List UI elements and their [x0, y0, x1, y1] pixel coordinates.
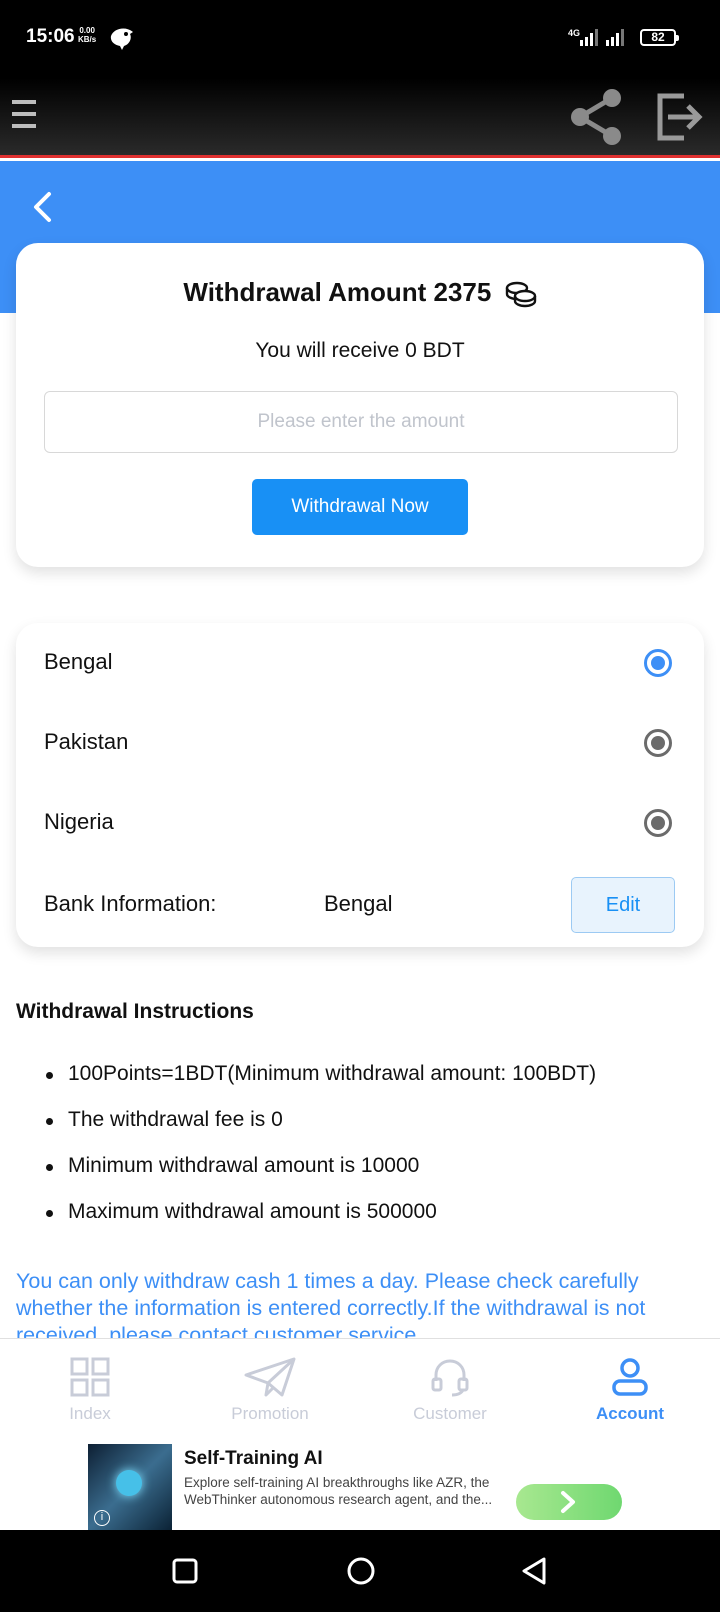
bank-option-label: Nigeria — [44, 809, 114, 834]
radio-unselected[interactable] — [644, 809, 672, 837]
status-time: 15:06 — [26, 26, 75, 47]
grid-icon — [70, 1357, 110, 1397]
nav-label: Index — [69, 1404, 111, 1423]
radio-selected[interactable] — [644, 649, 672, 677]
instructions-list: 100Points=1BDT(Minimum withdrawal amount… — [46, 1062, 706, 1246]
edit-bank-button[interactable]: Edit — [571, 877, 675, 933]
bank-select-card: Bengal Pakistan Nigeria Bank Information… — [16, 623, 704, 947]
bottom-navigation: Index Promotion Customer Account — [0, 1338, 720, 1444]
bank-info-value: Bengal — [324, 891, 393, 916]
headset-icon — [431, 1359, 469, 1397]
nav-account[interactable]: Account — [540, 1339, 720, 1445]
info-icon[interactable]: i — [94, 1510, 110, 1526]
app-notification-icon — [110, 28, 133, 50]
app-top-bar — [0, 78, 720, 158]
chevron-right-icon — [561, 1491, 575, 1513]
user-icon — [612, 1358, 648, 1396]
menu-icon[interactable] — [12, 100, 36, 132]
nav-label: Account — [596, 1404, 664, 1423]
bank-option-bengal[interactable]: Bengal — [16, 623, 704, 703]
withdraw-notice: You can only withdraw cash 1 times a day… — [16, 1269, 646, 1338]
bank-info-label: Bank Information: — [44, 891, 217, 916]
system-nav-bar — [0, 1530, 720, 1612]
nav-index[interactable]: Index — [0, 1339, 180, 1445]
coins-icon — [505, 281, 536, 308]
net-speed: 0.00 KB/s — [78, 26, 96, 44]
nav-promotion[interactable]: Promotion — [180, 1339, 360, 1445]
network-type: 4G — [568, 28, 581, 38]
status-bar: 15:06 0.00 KB/s 4G 82 — [0, 0, 720, 78]
bank-option-label: Bengal — [44, 649, 113, 674]
nav-label: Customer — [413, 1404, 487, 1423]
withdraw-amount-text: Withdrawal Amount 2375 — [183, 277, 492, 307]
recents-icon[interactable] — [172, 1558, 198, 1584]
withdraw-amount-title: Withdrawal Amount 2375 — [16, 277, 704, 308]
instructions-title: Withdrawal Instructions — [16, 1000, 254, 1023]
withdraw-card: Withdrawal Amount 2375 You will receive … — [16, 243, 704, 567]
logout-icon[interactable] — [654, 92, 704, 142]
bank-option-pakistan[interactable]: Pakistan — [16, 703, 704, 783]
ad-title: Self-Training AI — [184, 1448, 323, 1469]
ad-banner[interactable]: i Self-Training AI Explore self-training… — [88, 1444, 632, 1530]
instruction-item: The withdrawal fee is 0 — [46, 1108, 706, 1154]
amount-input[interactable] — [44, 391, 678, 453]
battery-indicator: 82 — [640, 29, 679, 46]
home-icon[interactable] — [346, 1556, 376, 1586]
instruction-item: Minimum withdrawal amount is 10000 — [46, 1154, 706, 1200]
back-icon[interactable] — [520, 1556, 548, 1586]
nav-customer[interactable]: Customer — [360, 1339, 540, 1445]
paper-plane-icon — [244, 1357, 296, 1397]
withdraw-now-button[interactable]: Withdrawal Now — [252, 479, 468, 535]
receive-text: You will receive 0 BDT — [255, 339, 465, 362]
net-speed-unit: KB/s — [78, 35, 97, 44]
instruction-item: Maximum withdrawal amount is 500000 — [46, 1200, 706, 1246]
net-speed-value: 0.00 — [79, 26, 95, 35]
share-icon[interactable] — [568, 86, 628, 148]
radio-unselected[interactable] — [644, 729, 672, 757]
bank-option-nigeria[interactable]: Nigeria — [16, 783, 704, 863]
instruction-item: 100Points=1BDT(Minimum withdrawal amount… — [46, 1062, 706, 1108]
ad-description: Explore self-training AI breakthroughs l… — [184, 1475, 493, 1507]
bank-option-label: Pakistan — [44, 729, 129, 754]
signal-icon: 4G — [568, 28, 636, 51]
ad-open-button[interactable] — [516, 1484, 622, 1520]
ad-thumbnail: i — [88, 1444, 172, 1530]
back-arrow-icon[interactable] — [28, 188, 58, 226]
nav-label: Promotion — [231, 1404, 309, 1423]
